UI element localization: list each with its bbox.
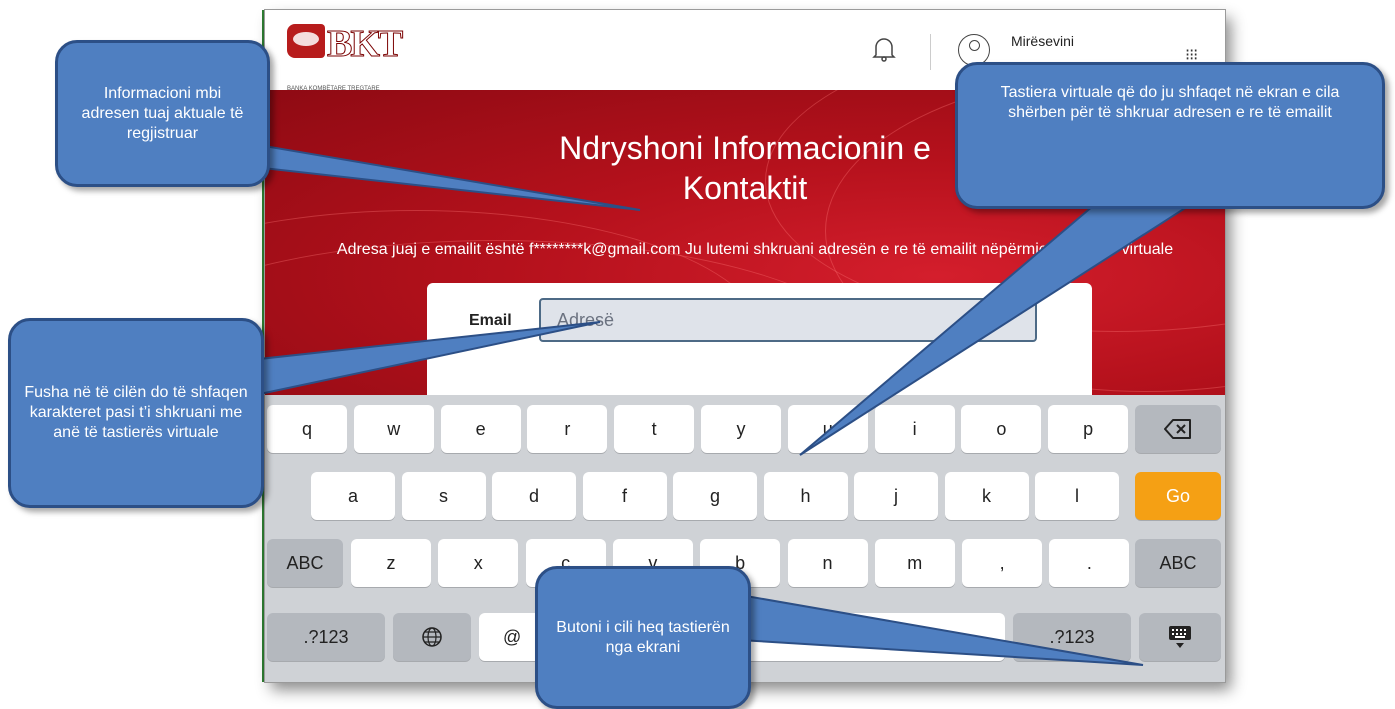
key-f[interactable]: f	[582, 472, 667, 520]
key-q[interactable]: q	[267, 405, 347, 453]
callout-hide-button: Butoni i cili heq tastierën nga ekrani	[535, 566, 751, 709]
greeting-text: Mirësevini	[1011, 33, 1075, 49]
email-label: Email	[469, 312, 512, 329]
key-z[interactable]: z	[351, 539, 431, 587]
logo-mark	[287, 24, 325, 58]
key-comma[interactable]: ,	[962, 539, 1043, 587]
globe-key[interactable]	[393, 613, 471, 661]
email-field[interactable]	[539, 298, 1037, 342]
numbers-key-right[interactable]: .?123	[1013, 613, 1131, 661]
key-a[interactable]: a	[311, 472, 395, 520]
callout-current-email: Informacioni mbi adresen tuaj aktuale të…	[55, 40, 270, 187]
key-n[interactable]: n	[787, 539, 868, 587]
hide-keyboard-key[interactable]	[1139, 613, 1221, 661]
key-x[interactable]: x	[438, 539, 519, 587]
callout-virtual-keyboard: Tastiera virtuale që do ju shfaqet në ek…	[955, 62, 1385, 209]
backspace-icon	[1164, 419, 1191, 439]
numbers-key-left[interactable]: .?123	[267, 613, 385, 661]
go-key[interactable]: Go	[1135, 472, 1221, 520]
key-i[interactable]: i	[874, 405, 955, 453]
key-h[interactable]: h	[763, 472, 848, 520]
bkt-logo: BKT BANKA KOMBËTARE TREGTARE	[287, 23, 417, 92]
key-w[interactable]: w	[353, 405, 434, 453]
logo-text: BKT	[326, 23, 403, 66]
key-m[interactable]: m	[874, 539, 955, 587]
abc-key-right[interactable]: ABC	[1135, 539, 1221, 587]
keyboard-hide-icon	[1169, 626, 1191, 648]
header-divider	[930, 34, 931, 70]
key-period[interactable]: .	[1049, 539, 1130, 587]
key-r[interactable]: r	[527, 405, 608, 453]
key-o[interactable]: o	[961, 405, 1042, 453]
email-form: Email	[427, 283, 1092, 400]
key-d[interactable]: d	[492, 472, 576, 520]
key-t[interactable]: t	[614, 405, 695, 453]
key-g[interactable]: g	[673, 472, 757, 520]
key-e[interactable]: e	[440, 405, 521, 453]
globe-icon	[422, 627, 442, 647]
key-y[interactable]: y	[701, 405, 781, 453]
abc-key-left[interactable]: ABC	[267, 539, 343, 587]
key-j[interactable]: j	[854, 472, 938, 520]
key-k[interactable]: k	[944, 472, 1029, 520]
key-u[interactable]: u	[787, 405, 868, 453]
key-s[interactable]: s	[401, 472, 486, 520]
current-email-info: Adresa juaj e emailit është f********k@g…	[336, 241, 1174, 258]
backspace-key[interactable]	[1135, 405, 1221, 453]
key-p[interactable]: p	[1048, 405, 1129, 453]
key-l[interactable]: l	[1035, 472, 1119, 520]
bell-icon[interactable]	[872, 36, 896, 62]
callout-input-field: Fusha në të cilën do të shfaqen karakter…	[8, 318, 264, 508]
